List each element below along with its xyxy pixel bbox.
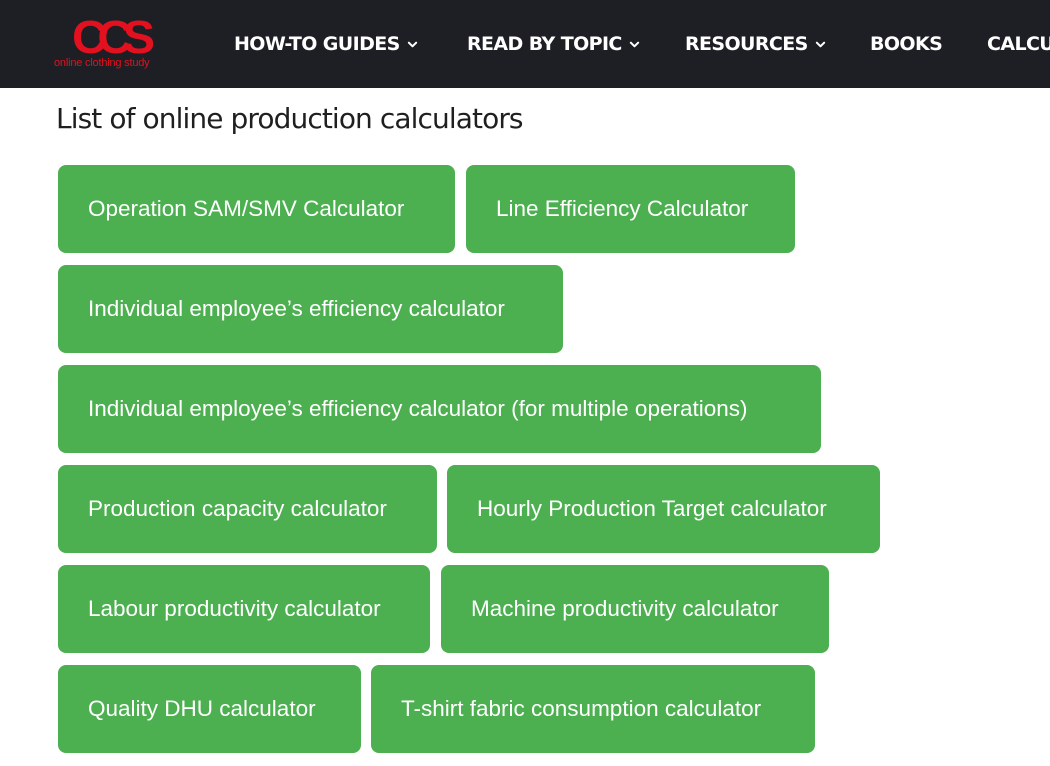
hourly-production-target-calculator-button[interactable]: Hourly Production Target calculator bbox=[447, 465, 880, 553]
quality-dhu-calculator-button[interactable]: Quality DHU calculator bbox=[58, 665, 361, 753]
top-navigation-bar: CCS online clothing study HOW-TO GUIDES … bbox=[0, 0, 1050, 88]
individual-efficiency-multiple-operations-button[interactable]: Individual employee’s efficiency calcula… bbox=[58, 365, 821, 453]
line-efficiency-calculator-button[interactable]: Line Efficiency Calculator bbox=[466, 165, 795, 253]
nav-label: RESOURCES bbox=[685, 33, 808, 55]
nav-label: READ BY TOPIC bbox=[467, 33, 622, 55]
page-title: List of online production calculators bbox=[56, 102, 524, 135]
production-capacity-calculator-button[interactable]: Production capacity calculator bbox=[58, 465, 437, 553]
nav-label: BOOKS bbox=[870, 33, 943, 55]
operation-sam-smv-calculator-button[interactable]: Operation SAM/SMV Calculator bbox=[58, 165, 455, 253]
machine-productivity-calculator-button[interactable]: Machine productivity calculator bbox=[441, 565, 829, 653]
nav-label: CALCU bbox=[987, 33, 1050, 55]
chevron-down-icon bbox=[629, 41, 639, 47]
site-logo[interactable]: CCS online clothing study bbox=[54, 14, 174, 72]
chevron-down-icon bbox=[407, 41, 417, 47]
tshirt-fabric-consumption-calculator-button[interactable]: T-shirt fabric consumption calculator bbox=[371, 665, 815, 753]
individual-efficiency-calculator-button[interactable]: Individual employee’s efficiency calcula… bbox=[58, 265, 563, 353]
nav-calculators[interactable]: CALCU bbox=[987, 31, 1050, 57]
logo-tagline: online clothing study bbox=[54, 57, 150, 69]
labour-productivity-calculator-button[interactable]: Labour productivity calculator bbox=[58, 565, 430, 653]
nav-how-to-guides[interactable]: HOW-TO GUIDES bbox=[234, 31, 418, 57]
nav-read-by-topic[interactable]: READ BY TOPIC bbox=[467, 31, 640, 57]
logo-mark: CCS bbox=[72, 11, 155, 63]
chevron-down-icon bbox=[815, 41, 825, 47]
nav-books[interactable]: BOOKS bbox=[870, 31, 943, 57]
nav-label: HOW-TO GUIDES bbox=[234, 33, 400, 55]
nav-resources[interactable]: RESOURCES bbox=[685, 31, 826, 57]
